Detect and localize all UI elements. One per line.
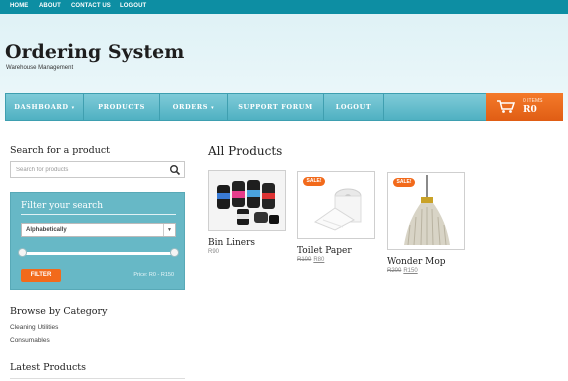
page-title: All Products (208, 144, 283, 158)
current-price: R150 (403, 268, 418, 274)
nav-orders-label: ORDERS (172, 103, 209, 111)
top-link-about[interactable]: ABOUT (39, 3, 61, 9)
product-price-wonder-mop: R200 R150 (387, 268, 418, 274)
old-price: R200 (387, 268, 402, 274)
nav-orders[interactable]: ORDERS ▾ (160, 94, 228, 120)
price-slider-fill (23, 252, 174, 255)
nav-dashboard[interactable]: DASHBOARD ▾ (6, 94, 84, 120)
top-link-contact[interactable]: CONTACT US (71, 3, 111, 9)
bin-liners-image (209, 171, 285, 230)
product-name-toilet-paper[interactable]: Toilet Paper (297, 246, 352, 256)
sort-select[interactable]: Alphabetically ▼ (21, 223, 176, 237)
sale-badge: SALE! (393, 178, 415, 187)
cart-icon (497, 100, 516, 113)
chevron-down-icon: ▾ (71, 105, 75, 111)
current-price: R80 (313, 257, 325, 263)
divider (21, 214, 176, 215)
nav-products[interactable]: PRODUCTS (84, 94, 160, 120)
search-input[interactable] (11, 162, 161, 177)
nav-products-label: PRODUCTS (98, 103, 145, 111)
search-icon[interactable] (169, 164, 181, 176)
nav-logout[interactable]: LOGOUT (324, 94, 384, 120)
price-slider-track[interactable] (23, 252, 174, 255)
search-box (10, 161, 185, 178)
filter-title: Filter your search (21, 201, 104, 211)
sale-badge: SALE! (303, 177, 325, 186)
chevron-down-icon: ▾ (211, 105, 215, 111)
product-price-bin-liners: R90 (208, 249, 219, 255)
divider (10, 378, 185, 379)
product-name-bin-liners[interactable]: Bin Liners (208, 238, 255, 248)
main-nav: DASHBOARD ▾ PRODUCTS ORDERS ▾ SUPPORT FORU… (5, 93, 563, 121)
price-range-label: Price: R0 - R150 (133, 272, 174, 278)
browse-heading: Browse by Category (10, 306, 108, 317)
product-image-toilet-paper[interactable]: SALE! (297, 171, 375, 239)
site-subtitle: Warehouse Management (6, 65, 74, 71)
nav-support-forum[interactable]: SUPPORT FORUM (228, 94, 324, 120)
product-price-toilet-paper: R100 R80 (297, 257, 324, 263)
cart-item-count: 0 ITEMS (523, 98, 543, 104)
filter-panel: Filter your search Alphabetically ▼ FILT… (10, 192, 185, 290)
search-heading: Search for a product (10, 145, 110, 156)
latest-heading: Latest Products (10, 362, 86, 373)
product-name-wonder-mop[interactable]: Wonder Mop (387, 257, 446, 267)
product-image-wonder-mop[interactable]: SALE! (387, 172, 465, 250)
cart-button[interactable]: 0 ITEMS R0 (486, 93, 563, 121)
top-link-logout[interactable]: LOGOUT (120, 3, 146, 9)
filter-button[interactable]: FILTER (21, 269, 61, 282)
nav-dashboard-label: DASHBOARD (14, 103, 69, 111)
sort-select-value: Alphabetically (26, 227, 67, 233)
product-image-bin-liners[interactable] (208, 170, 286, 231)
top-link-home[interactable]: HOME (10, 3, 28, 9)
chevron-down-icon: ▼ (163, 224, 175, 236)
nav-logout-label: LOGOUT (335, 103, 372, 111)
top-bar: HOME ABOUT CONTACT US LOGOUT (0, 0, 568, 14)
category-link-cleaning-utilities[interactable]: Cleaning Utilities (10, 324, 58, 331)
site-title[interactable]: Ordering System (5, 41, 184, 63)
price-slider-max-handle[interactable] (170, 248, 179, 257)
current-price: R90 (208, 249, 220, 255)
cart-total: R0 (523, 105, 537, 115)
price-slider-min-handle[interactable] (18, 248, 27, 257)
nav-support-forum-label: SUPPORT FORUM (238, 103, 313, 111)
category-link-consumables[interactable]: Consumables (10, 337, 50, 344)
old-price: R100 (297, 257, 312, 263)
